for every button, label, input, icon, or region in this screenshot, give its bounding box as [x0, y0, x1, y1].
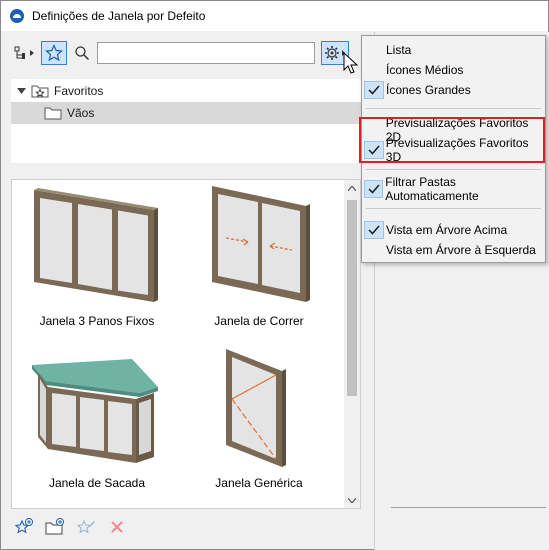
scrollbar-thumb[interactable]	[347, 200, 357, 396]
collapse-arrow-icon[interactable]	[16, 86, 26, 96]
list-item[interactable]: Janela de Sacada	[12, 345, 182, 505]
delete-button[interactable]	[104, 515, 130, 539]
search-button[interactable]	[69, 41, 95, 65]
sliding-window-icon	[212, 186, 310, 302]
mouse-cursor-icon	[343, 52, 359, 74]
list-item[interactable]: Janela Genérica	[174, 345, 344, 505]
bottom-toolbar	[11, 513, 141, 541]
tree-item-label: Favoritos	[54, 84, 104, 98]
folder-icon	[44, 107, 62, 120]
window-3-fixed-panes-icon	[34, 188, 158, 302]
menu-item-filter-folders[interactable]: Filtrar Pastas Automaticamente	[362, 175, 545, 203]
rename-favorite-icon	[76, 519, 95, 534]
title-bar: Definições de Janela por Defeito	[1, 1, 548, 31]
item-label: Janela Genérica	[215, 476, 303, 490]
toolbar	[11, 37, 361, 69]
tree-view-button[interactable]	[11, 41, 39, 65]
list-item[interactable]: Janela 3 Panos Fixos	[12, 180, 182, 340]
generic-window-icon	[226, 349, 286, 467]
tree-item-label: Vãos	[67, 106, 95, 120]
tree-item-favorites[interactable]: Favoritos	[11, 80, 361, 102]
menu-item-label: Lista	[386, 43, 412, 57]
folder-tree: Favoritos Vãos	[11, 79, 361, 163]
checkmark-icon	[362, 240, 386, 260]
scroll-down-icon[interactable]	[344, 492, 360, 508]
checkmark-icon	[362, 60, 386, 80]
menu-item-icones-grandes[interactable]: Ícones Grandes	[362, 80, 545, 100]
search-input[interactable]	[97, 42, 315, 64]
favorites-folder-icon	[31, 85, 49, 98]
favorites-preview-grid: Janela 3 Panos Fixos Janela de Correr Ja…	[11, 179, 361, 509]
favorites-button[interactable]	[41, 41, 67, 65]
menu-item-label: Vista em Árvore à Esquerda	[386, 243, 536, 257]
menu-item-label: Ícones Médios	[386, 63, 464, 77]
checkmark-icon	[362, 40, 386, 60]
menu-item-label: Filtrar Pastas Automaticamente	[385, 175, 479, 203]
item-label: Janela 3 Panos Fixos	[39, 314, 155, 328]
highlight-annotation	[359, 117, 545, 163]
tree-view-icon	[14, 46, 34, 59]
menu-item-icones-medios[interactable]: Ícones Médios	[362, 60, 545, 80]
menu-item-lista[interactable]: Lista	[362, 40, 545, 60]
add-favorite-icon	[14, 518, 33, 534]
app-logo-icon	[10, 9, 24, 23]
tree-item-vaos[interactable]: Vãos	[11, 102, 361, 124]
window-title: Definições de Janela por Defeito	[32, 9, 206, 23]
menu-item-label: Vista em Árvore Acima	[386, 223, 508, 237]
menu-item-tree-above[interactable]: Vista em Árvore Acima	[362, 220, 545, 240]
divider	[391, 507, 546, 508]
bay-window-icon	[32, 359, 158, 463]
item-label: Janela de Sacada	[48, 476, 146, 490]
rename-favorite-button[interactable]	[73, 515, 99, 539]
new-folder-icon	[45, 518, 64, 535]
scroll-up-icon[interactable]	[344, 180, 360, 196]
checkmark-icon	[364, 221, 384, 239]
menu-separator	[366, 108, 541, 109]
menu-separator	[366, 169, 541, 170]
list-item[interactable]: Janela de Correr	[174, 180, 344, 340]
new-folder-button[interactable]	[42, 515, 68, 539]
checkmark-icon	[364, 180, 384, 198]
item-label: Janela de Correr	[214, 314, 304, 328]
menu-item-label: Ícones Grandes	[386, 83, 471, 97]
add-favorite-button[interactable]	[11, 515, 37, 539]
star-icon	[45, 44, 63, 62]
delete-icon	[111, 521, 123, 533]
vertical-scrollbar[interactable]	[344, 180, 360, 508]
checkmark-icon	[364, 81, 384, 99]
magnifier-icon	[75, 46, 90, 61]
menu-item-tree-left[interactable]: Vista em Árvore à Esquerda	[362, 240, 545, 260]
menu-separator	[366, 208, 541, 209]
